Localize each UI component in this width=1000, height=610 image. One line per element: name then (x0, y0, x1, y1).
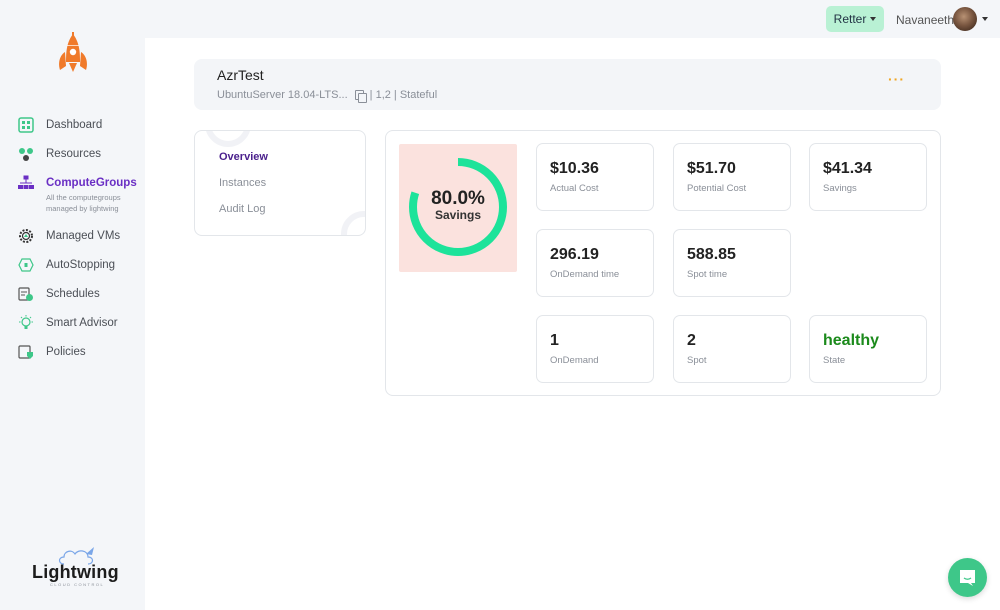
sidebar-item-policies[interactable]: Policies (0, 343, 145, 372)
sidebar-item-schedules[interactable]: Schedules (0, 285, 145, 314)
page-title: AzrTest (217, 67, 264, 83)
autostopping-icon (18, 258, 34, 272)
stat-label: Spot (687, 355, 707, 366)
stat-label: OnDemand (550, 355, 599, 366)
tab-audit-log[interactable]: Audit Log (219, 203, 265, 215)
tab-overview[interactable]: Overview (219, 151, 268, 163)
stat-value: 296.19 (550, 246, 599, 263)
savings-gauge: 80.0% Savings (399, 144, 517, 272)
resources-icon (19, 148, 33, 161)
sidebar-item-label: Schedules (46, 288, 100, 300)
state-value: healthy (823, 332, 880, 349)
sidebar-item-description: managed by lightwing (46, 204, 119, 213)
lightbulb-icon (19, 315, 33, 329)
sidebar-item-resources[interactable]: Resources (0, 145, 145, 174)
dashboard-icon (18, 117, 34, 133)
chat-button[interactable] (948, 558, 987, 597)
stat-value: 1 (550, 332, 559, 349)
compute-group-header: AzrTest UbuntuServer 18.04-LTS... | 1,2 … (194, 59, 941, 110)
decoration (205, 131, 251, 147)
managed-vms-icon (19, 229, 33, 243)
sidebar-item-label: Managed VMs (46, 230, 121, 242)
savings-label: Savings (434, 208, 482, 222)
group-details: | 1,2 | Stateful (369, 89, 438, 101)
stat-label: Spot time (687, 269, 728, 280)
chevron-down-icon (870, 17, 877, 21)
stat-card-potential-cost: $51.70 Potential Cost (673, 143, 791, 211)
rocket-logo-icon[interactable] (55, 32, 91, 80)
sidebar-item-dashboard[interactable]: Dashboard (0, 116, 145, 145)
brand-name: Lightwing (32, 562, 119, 582)
avatar[interactable] (953, 7, 977, 31)
account-label: Retter (833, 12, 867, 26)
overview-stats-panel: 80.0% Savings $10.36 Actual Cost $51.70 … (385, 130, 941, 396)
sidebar-nav: Dashboard Resources ComputeGroups All th… (0, 116, 145, 372)
stat-label: Potential Cost (687, 183, 747, 194)
sidebar-item-label: ComputeGroups (46, 177, 137, 189)
stat-value: 588.85 (687, 246, 736, 263)
chevron-down-icon[interactable] (982, 17, 988, 21)
compute-groups-icon (18, 175, 34, 189)
more-options-button[interactable]: ··· (888, 71, 905, 87)
image-name: UbuntuServer 18.04-LTS... (217, 89, 348, 101)
tab-instances[interactable]: Instances (219, 177, 266, 189)
compute-group-details: UbuntuServer 18.04-LTS... | 1,2 | Statef… (217, 89, 438, 103)
copy-icon[interactable] (354, 89, 367, 103)
username[interactable]: Navaneeth (896, 13, 954, 27)
sidebar-item-label: AutoStopping (46, 259, 116, 271)
account-dropdown-button[interactable]: Retter (826, 6, 884, 32)
main-content: AzrTest UbuntuServer 18.04-LTS... | 1,2 … (145, 38, 1000, 610)
lightwing-logo: Lightwing CLOUD CONTROL (32, 546, 119, 587)
sidebar-item-autostopping[interactable]: AutoStopping (0, 256, 145, 285)
sidebar-item-smart-advisor[interactable]: Smart Advisor (0, 314, 145, 343)
sidebar-item-label: Smart Advisor (46, 317, 118, 329)
decoration (341, 211, 365, 235)
sidebar-item-managed-vms[interactable]: Managed VMs (0, 227, 145, 256)
sidebar-item-computegroups[interactable]: ComputeGroups All the computegroups mana… (0, 174, 145, 227)
stat-label: Actual Cost (550, 183, 599, 194)
sidebar-item-label: Policies (46, 346, 86, 358)
stat-label: OnDemand time (550, 269, 620, 280)
sidebar-item-label: Dashboard (46, 119, 103, 131)
sidebar: Dashboard Resources ComputeGroups All th… (0, 0, 145, 610)
stat-card-actual-cost: $10.36 Actual Cost (536, 143, 654, 211)
sidebar-item-description: All the computegroups (46, 193, 121, 202)
stat-value: $10.36 (550, 160, 599, 177)
policies-icon (18, 345, 33, 359)
stat-card-ondemand-time: 296.19 OnDemand time (536, 229, 654, 297)
schedules-icon (18, 287, 33, 301)
stat-card-savings: $41.34 Savings (809, 143, 927, 211)
chat-icon (960, 570, 975, 586)
stat-label: Savings (823, 183, 857, 194)
brand-tagline: CLOUD CONTROL (50, 582, 105, 587)
stat-card-spot-time: 588.85 Spot time (673, 229, 791, 297)
stat-value: $51.70 (687, 160, 736, 177)
stat-value: 2 (687, 332, 696, 349)
stat-card-spot: 2 Spot (673, 315, 791, 383)
stat-card-state: healthy State (809, 315, 927, 383)
sidebar-item-label: Resources (46, 148, 101, 160)
stat-value: $41.34 (823, 160, 872, 177)
tabs-panel: Overview Instances Audit Log (194, 130, 366, 236)
savings-percent: 80.0% (431, 188, 485, 209)
stat-label: State (823, 355, 846, 366)
stat-card-ondemand: 1 OnDemand (536, 315, 654, 383)
